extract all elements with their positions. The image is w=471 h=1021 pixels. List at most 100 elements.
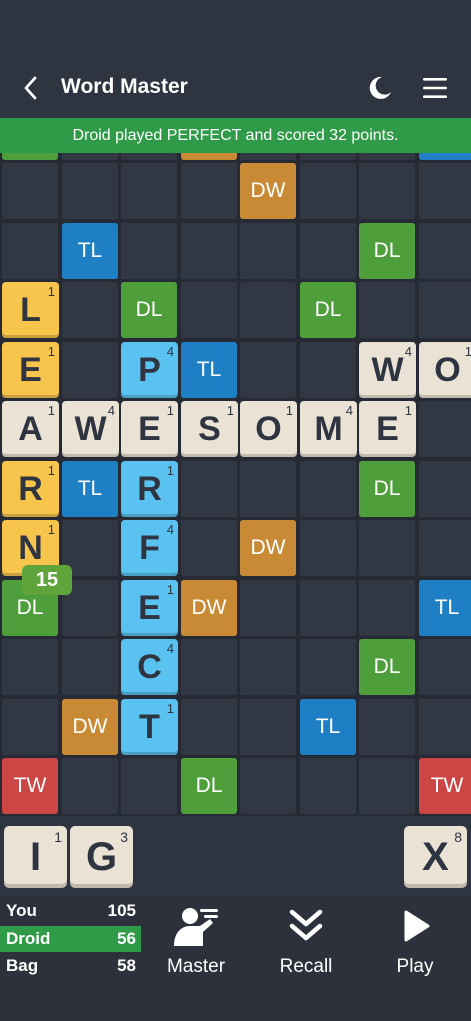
rack-tile-points: 8 [454, 829, 462, 845]
partial-bonus-square [419, 153, 471, 160]
tile-points: 1 [47, 403, 55, 418]
board-cell[interactable] [240, 342, 296, 398]
board-cell[interactable] [419, 163, 471, 219]
board-cell[interactable] [2, 639, 58, 695]
board-cell[interactable] [240, 699, 296, 755]
board-tile: R1 [2, 461, 59, 517]
tile-letter: W [371, 350, 404, 389]
board-cell[interactable] [240, 153, 296, 160]
bonus-square-tl[interactable]: TL [300, 699, 356, 755]
board-cell[interactable] [121, 223, 177, 279]
board-cell[interactable] [2, 223, 58, 279]
board-cell[interactable] [62, 639, 118, 695]
board-cell[interactable] [419, 282, 471, 338]
score-value: 56 [117, 929, 136, 948]
board-cell[interactable] [419, 699, 471, 755]
bonus-square-dl[interactable]: DL [359, 639, 415, 695]
bonus-square-dl[interactable]: DL [359, 223, 415, 279]
moon-icon[interactable] [366, 74, 394, 102]
board-cell[interactable] [181, 282, 237, 338]
bonus-square-dl[interactable]: DL [300, 282, 356, 338]
board-cell[interactable] [359, 520, 415, 576]
board-cell[interactable] [419, 639, 471, 695]
board-cell[interactable] [419, 520, 471, 576]
bonus-square-dw[interactable]: DW [240, 520, 296, 576]
board-cell[interactable] [300, 342, 356, 398]
board-cell[interactable] [300, 520, 356, 576]
tile-letter: C [137, 647, 162, 686]
bonus-square-dl[interactable]: DL [359, 461, 415, 517]
bonus-square-dl[interactable]: DL [121, 282, 177, 338]
board-cell[interactable] [181, 163, 237, 219]
board-cell[interactable] [240, 580, 296, 636]
board-cell[interactable] [2, 699, 58, 755]
board-cell[interactable] [62, 758, 118, 814]
board-cell[interactable] [300, 153, 356, 160]
board-cell[interactable] [121, 163, 177, 219]
board-cell[interactable] [240, 461, 296, 517]
board-cell[interactable] [300, 580, 356, 636]
board-cell[interactable] [240, 639, 296, 695]
board-cell[interactable] [121, 758, 177, 814]
board-cell[interactable] [359, 580, 415, 636]
board-cell[interactable] [181, 520, 237, 576]
chevron-left-icon[interactable] [18, 74, 44, 102]
board-cell[interactable] [121, 153, 177, 160]
recall-button[interactable]: Recall [261, 904, 351, 1004]
board-cell[interactable] [300, 758, 356, 814]
board-cell[interactable] [62, 342, 118, 398]
board-cell[interactable] [240, 758, 296, 814]
board-cell[interactable] [359, 153, 415, 160]
board-cell[interactable] [240, 282, 296, 338]
play-button[interactable]: Play [370, 904, 460, 1004]
bonus-square-dw[interactable]: DW [181, 580, 237, 636]
bonus-square-tl[interactable]: TL [62, 461, 118, 517]
bonus-square-tw[interactable]: TW [2, 758, 58, 814]
board-cell[interactable] [300, 163, 356, 219]
board-cell[interactable] [359, 699, 415, 755]
bonus-square-tw[interactable]: TW [419, 758, 471, 814]
board-cell[interactable] [181, 223, 237, 279]
tile-points: 4 [107, 403, 115, 418]
bonus-square-dw[interactable]: DW [62, 699, 118, 755]
bonus-square-tl[interactable]: TL [419, 580, 471, 636]
board-cell[interactable] [419, 223, 471, 279]
tile-letter: A [18, 409, 43, 448]
board-cell[interactable] [181, 639, 237, 695]
rack-tile[interactable]: G 3 [70, 826, 133, 888]
menu-icon[interactable] [421, 76, 449, 100]
bonus-square-tl[interactable]: TL [181, 342, 237, 398]
rack-tile[interactable]: X 8 [404, 826, 467, 888]
board-cell[interactable] [62, 163, 118, 219]
board-cell[interactable] [359, 163, 415, 219]
tile-points: 4 [166, 641, 174, 656]
board-cell[interactable] [300, 639, 356, 695]
board-cell[interactable] [300, 461, 356, 517]
board-cell[interactable] [359, 282, 415, 338]
rack-tile-points: 1 [54, 829, 62, 845]
tile-letter: L [20, 290, 41, 329]
board-cell[interactable] [181, 699, 237, 755]
bonus-square-tl[interactable]: TL [62, 223, 118, 279]
tile-points: 1 [47, 344, 55, 359]
board-cell[interactable] [62, 153, 118, 160]
board-cell[interactable] [300, 223, 356, 279]
board-cell[interactable] [181, 461, 237, 517]
board-cell[interactable] [2, 163, 58, 219]
board-tile: A1 [2, 401, 59, 457]
bonus-square-dw[interactable]: DW [240, 163, 296, 219]
partial-bonus-square [181, 153, 237, 160]
board-cell[interactable] [359, 758, 415, 814]
bonus-square-dl[interactable]: DL [181, 758, 237, 814]
board-cell[interactable] [62, 282, 118, 338]
board-cell[interactable] [419, 401, 471, 457]
game-board[interactable]: DW TL DL DL DL TL TL DL DW DL DW TL DL DW TL TW DL TW L 1 E 1… [0, 153, 471, 816]
board-cell[interactable] [240, 223, 296, 279]
rack-tile[interactable]: I 1 [4, 826, 67, 888]
board-cell[interactable] [419, 461, 471, 517]
tile-points: 1 [226, 403, 234, 418]
play-label: Play [396, 956, 434, 977]
banner-text: Droid played PERFECT and scored 32 point… [72, 126, 399, 144]
tile-letter: E [376, 409, 399, 448]
master-button[interactable]: Master [151, 904, 241, 1004]
